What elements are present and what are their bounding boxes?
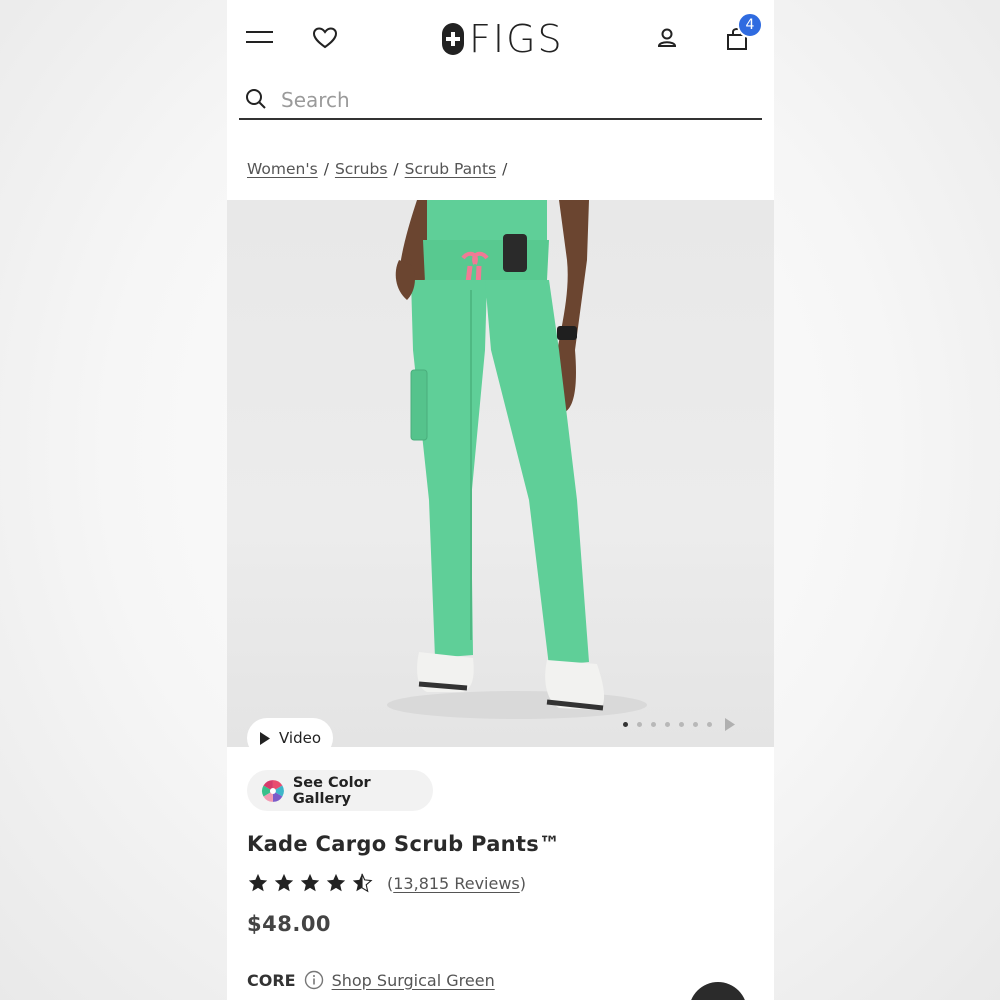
breadcrumb: Women's / Scrubs / Scrub Pants / [247, 160, 507, 178]
search-icon [245, 88, 269, 112]
collection-row: CORE Shop Surgical Green [247, 970, 495, 990]
chat-button[interactable] [689, 982, 747, 1000]
carousel-next-arrow-icon[interactable] [725, 718, 735, 731]
product-photo-illustration [387, 200, 647, 719]
breadcrumb-scrubs[interactable]: Scrubs [335, 160, 387, 178]
carousel-dot[interactable] [637, 722, 642, 727]
carousel-dot[interactable] [707, 722, 712, 727]
reviews-count: 13,815 Reviews [393, 873, 520, 893]
info-icon[interactable] [304, 970, 324, 990]
wishlist-heart-icon[interactable] [311, 24, 339, 52]
carousel-dot[interactable] [623, 722, 628, 727]
figs-plus-logo-icon [442, 23, 464, 55]
play-icon [259, 731, 270, 745]
star-icon [300, 873, 320, 892]
account-icon[interactable] [653, 24, 681, 52]
reviews-close-paren: ) [519, 873, 526, 893]
see-color-gallery-label: See Color Gallery [292, 774, 371, 807]
reviews-link[interactable]: (13,815 Reviews) [387, 874, 526, 893]
video-button[interactable]: Video [247, 718, 333, 758]
color-wheel-icon [262, 779, 284, 802]
shop-color-link[interactable]: Shop Surgical Green [332, 971, 495, 990]
carousel-dot[interactable] [693, 722, 698, 727]
carousel-dot[interactable] [679, 722, 684, 727]
star-icon [274, 873, 294, 892]
breadcrumb-separator: / [323, 160, 329, 178]
star-icon [326, 873, 346, 892]
breadcrumb-womens[interactable]: Women's [247, 160, 318, 178]
product-rating[interactable]: (13,815 Reviews) [247, 872, 526, 894]
collection-label: CORE [247, 970, 296, 990]
half-star-icon [352, 873, 373, 893]
search-input[interactable] [279, 87, 743, 113]
see-color-gallery-button[interactable]: See Color Gallery [247, 770, 433, 811]
search-bar[interactable] [239, 82, 762, 120]
carousel-indicator [623, 718, 735, 731]
figs-logo[interactable]: FIGS [441, 20, 564, 58]
star-icon [248, 873, 268, 892]
logo-text: FIGS [469, 17, 564, 61]
carousel-dot[interactable] [651, 722, 656, 727]
breadcrumb-separator: / [502, 160, 508, 178]
cart-count-badge: 4 [737, 12, 763, 38]
carousel-dot[interactable] [665, 722, 670, 727]
breadcrumb-scrub-pants[interactable]: Scrub Pants [405, 160, 496, 178]
breadcrumb-separator: / [393, 160, 399, 178]
hamburger-menu-icon[interactable] [245, 26, 275, 50]
product-image[interactable] [227, 200, 774, 747]
video-label: Video [278, 729, 322, 747]
product-page: FIGS 4 Women's / Scrubs / Scrub Pants / [227, 0, 774, 1000]
product-title: Kade Cargo Scrub Pants™ [247, 832, 561, 856]
product-price: $48.00 [247, 912, 332, 936]
